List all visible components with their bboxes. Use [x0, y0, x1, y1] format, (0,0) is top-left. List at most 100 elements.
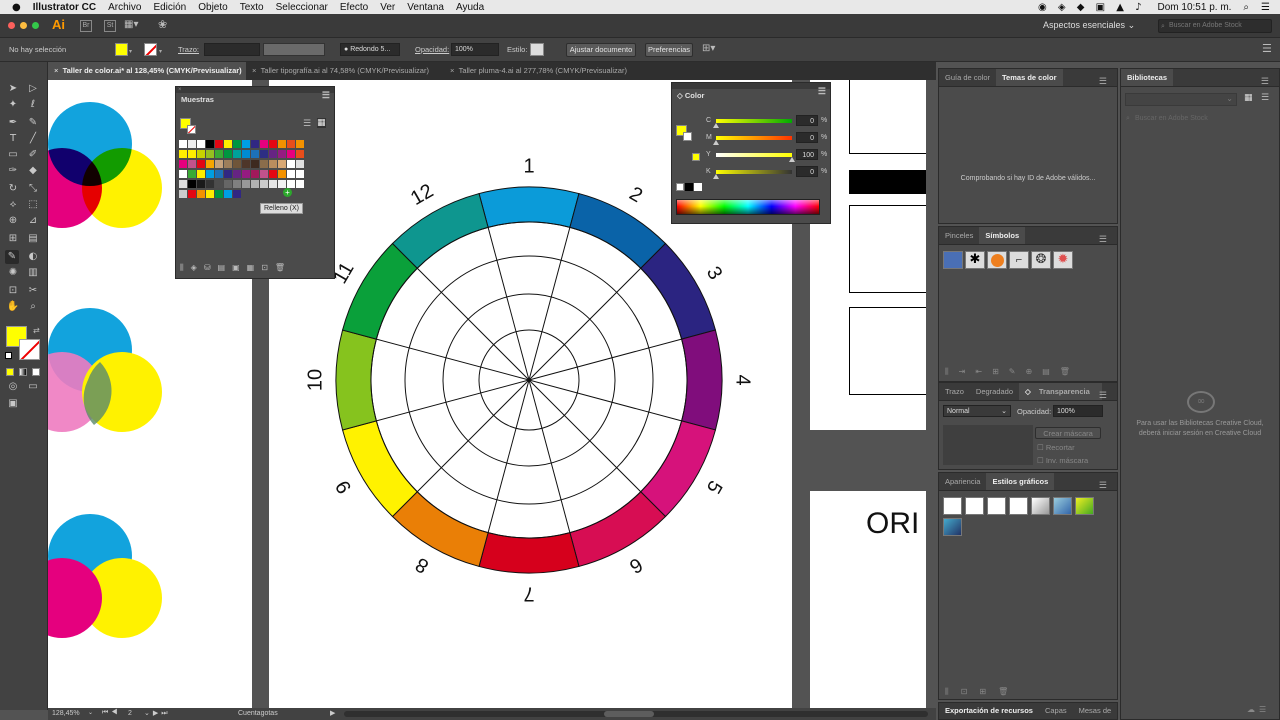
- swatch[interactable]: [188, 160, 196, 168]
- swatch[interactable]: [188, 140, 196, 148]
- stroke-label[interactable]: Trazo:: [178, 45, 199, 54]
- preferences-button[interactable]: Preferencias: [645, 43, 693, 57]
- swatches-footer-icons[interactable]: ⫼◈⛁▤▣▦⊡🗑: [180, 263, 330, 273]
- swatch[interactable]: [224, 150, 232, 158]
- panel-menu-icon[interactable]: ☰: [1093, 72, 1113, 90]
- symbol-item[interactable]: [943, 251, 963, 269]
- slider-thumb[interactable]: [789, 157, 795, 162]
- swatch[interactable]: [179, 150, 187, 158]
- stroke-color-box[interactable]: [19, 339, 40, 360]
- swatch[interactable]: [269, 140, 277, 148]
- chevron-down-icon[interactable]: ⌄: [88, 709, 93, 716]
- swatch[interactable]: [296, 180, 304, 188]
- swatch[interactable]: [215, 160, 223, 168]
- tab-taller-color[interactable]: × Taller de color.ai* al 128,45% (CMYK/P…: [48, 62, 246, 80]
- symbol-item[interactable]: [987, 251, 1007, 269]
- tab-brushes[interactable]: Pinceles: [939, 227, 979, 244]
- close-icon[interactable]: ×: [252, 66, 256, 75]
- gradient-tool-icon[interactable]: ▤: [26, 232, 40, 246]
- document-setup-button[interactable]: Ajustar documento: [566, 43, 636, 57]
- tab-color-guide[interactable]: Guía de color: [939, 69, 996, 86]
- perspective-grid-icon[interactable]: ⊿: [26, 214, 40, 228]
- tab-layers[interactable]: Capas: [1039, 703, 1073, 719]
- swatch[interactable]: [260, 150, 268, 158]
- style-item[interactable]: [987, 497, 1006, 515]
- hand-tool-icon[interactable]: ✋: [6, 300, 20, 314]
- workspace-switcher[interactable]: Aspectos esenciales ⌄: [1043, 20, 1135, 31]
- swatch[interactable]: [269, 180, 277, 188]
- swatch[interactable]: [260, 180, 268, 188]
- arrange-icon[interactable]: ⊞▾: [702, 43, 715, 54]
- swatch[interactable]: [287, 170, 295, 178]
- stock-button[interactable]: St: [104, 20, 116, 32]
- swatch[interactable]: [251, 170, 259, 178]
- style-item[interactable]: [943, 518, 962, 536]
- swatch-grid[interactable]: [179, 140, 331, 260]
- default-colors-icon[interactable]: [5, 352, 12, 359]
- swatch[interactable]: [179, 160, 187, 168]
- notifications-icon[interactable]: ☰: [1255, 2, 1280, 13]
- menu-edicion[interactable]: Edición: [147, 2, 192, 13]
- swatch[interactable]: [242, 150, 250, 158]
- swatch[interactable]: [233, 150, 241, 158]
- chevron-down-icon[interactable]: ▾: [159, 48, 162, 55]
- brush-definition[interactable]: ● Redondo 5...: [340, 43, 400, 56]
- swatch[interactable]: [206, 170, 214, 178]
- mesh-tool-icon[interactable]: ⊞: [6, 232, 20, 246]
- tab-asset-export[interactable]: Exportación de recursos: [939, 703, 1039, 719]
- artboard-right-bottom[interactable]: ORI: [810, 491, 926, 708]
- swatch[interactable]: [179, 140, 187, 148]
- tab-taller-tipografia[interactable]: × Taller tipografía.ai al 74,58% (CMYK/P…: [246, 62, 444, 80]
- chevron-right-icon[interactable]: ▶: [330, 709, 335, 717]
- free-transform-icon[interactable]: ⬚: [26, 198, 40, 212]
- selection-tool-icon[interactable]: ➤: [6, 82, 20, 96]
- app-menu[interactable]: Illustrator CC: [27, 2, 102, 13]
- swatch[interactable]: [224, 140, 232, 148]
- slider-track[interactable]: [716, 153, 792, 157]
- zoom-window-button[interactable]: [32, 22, 39, 29]
- invert-mask-checkbox[interactable]: ☐ Inv. máscara: [1037, 456, 1088, 465]
- swatch[interactable]: [224, 180, 232, 188]
- color-mode-icon[interactable]: [6, 368, 14, 376]
- library-search-input[interactable]: ⌕ Buscar en Adobe Stock: [1125, 112, 1277, 125]
- style-item[interactable]: [1053, 497, 1072, 515]
- slider-value[interactable]: 0: [796, 115, 818, 126]
- tab-stroke[interactable]: Trazo: [939, 383, 970, 400]
- swatch[interactable]: [242, 170, 250, 178]
- close-window-button[interactable]: [8, 22, 15, 29]
- eraser-icon[interactable]: ◆: [26, 164, 40, 178]
- swatch[interactable]: [251, 140, 259, 148]
- swatch[interactable]: [287, 160, 295, 168]
- scroll-thumb[interactable]: [604, 711, 654, 717]
- swatch[interactable]: [233, 170, 241, 178]
- type-tool-icon[interactable]: T: [6, 132, 20, 146]
- swatch[interactable]: [296, 160, 304, 168]
- swatch[interactable]: [278, 140, 286, 148]
- swatch[interactable]: [278, 160, 286, 168]
- tab-transparency[interactable]: ◇ Transparencia: [1019, 383, 1102, 400]
- tab-libraries[interactable]: Bibliotecas: [1121, 69, 1174, 86]
- paintbrush-icon[interactable]: ✐: [26, 148, 40, 162]
- curvature-tool-icon[interactable]: ✎: [26, 116, 40, 130]
- swatch[interactable]: [179, 190, 187, 198]
- swatch[interactable]: [296, 150, 304, 158]
- shape-builder-icon[interactable]: ⊕: [6, 214, 20, 228]
- swatch[interactable]: [215, 150, 223, 158]
- panel-menu-icon[interactable]: ☰: [1093, 386, 1113, 404]
- symbol-item[interactable]: ✹: [1053, 251, 1073, 269]
- menu-seleccionar[interactable]: Seleccionar: [270, 2, 334, 13]
- none-swatch[interactable]: [676, 183, 684, 191]
- slider-value[interactable]: 100: [796, 149, 818, 160]
- artboard-tool-icon[interactable]: ⊡: [6, 284, 20, 298]
- swatch[interactable]: [197, 150, 205, 158]
- tab-artboards[interactable]: Mesas de: [1073, 703, 1118, 719]
- panel-menu-icon[interactable]: ☰: [1093, 476, 1113, 494]
- screen-mode-icon[interactable]: ▭: [26, 380, 40, 394]
- swatch[interactable]: [269, 160, 277, 168]
- slice-tool-icon[interactable]: ✂: [26, 284, 40, 298]
- swatch[interactable]: [233, 140, 241, 148]
- status-icons[interactable]: ◉ ◈ ◆ ▣ ▲ ♪: [1032, 2, 1152, 13]
- swatch[interactable]: [269, 150, 277, 158]
- panel-menu-icon[interactable]: ☰: [322, 90, 330, 100]
- panel-menu-icon[interactable]: ☰: [1255, 72, 1275, 90]
